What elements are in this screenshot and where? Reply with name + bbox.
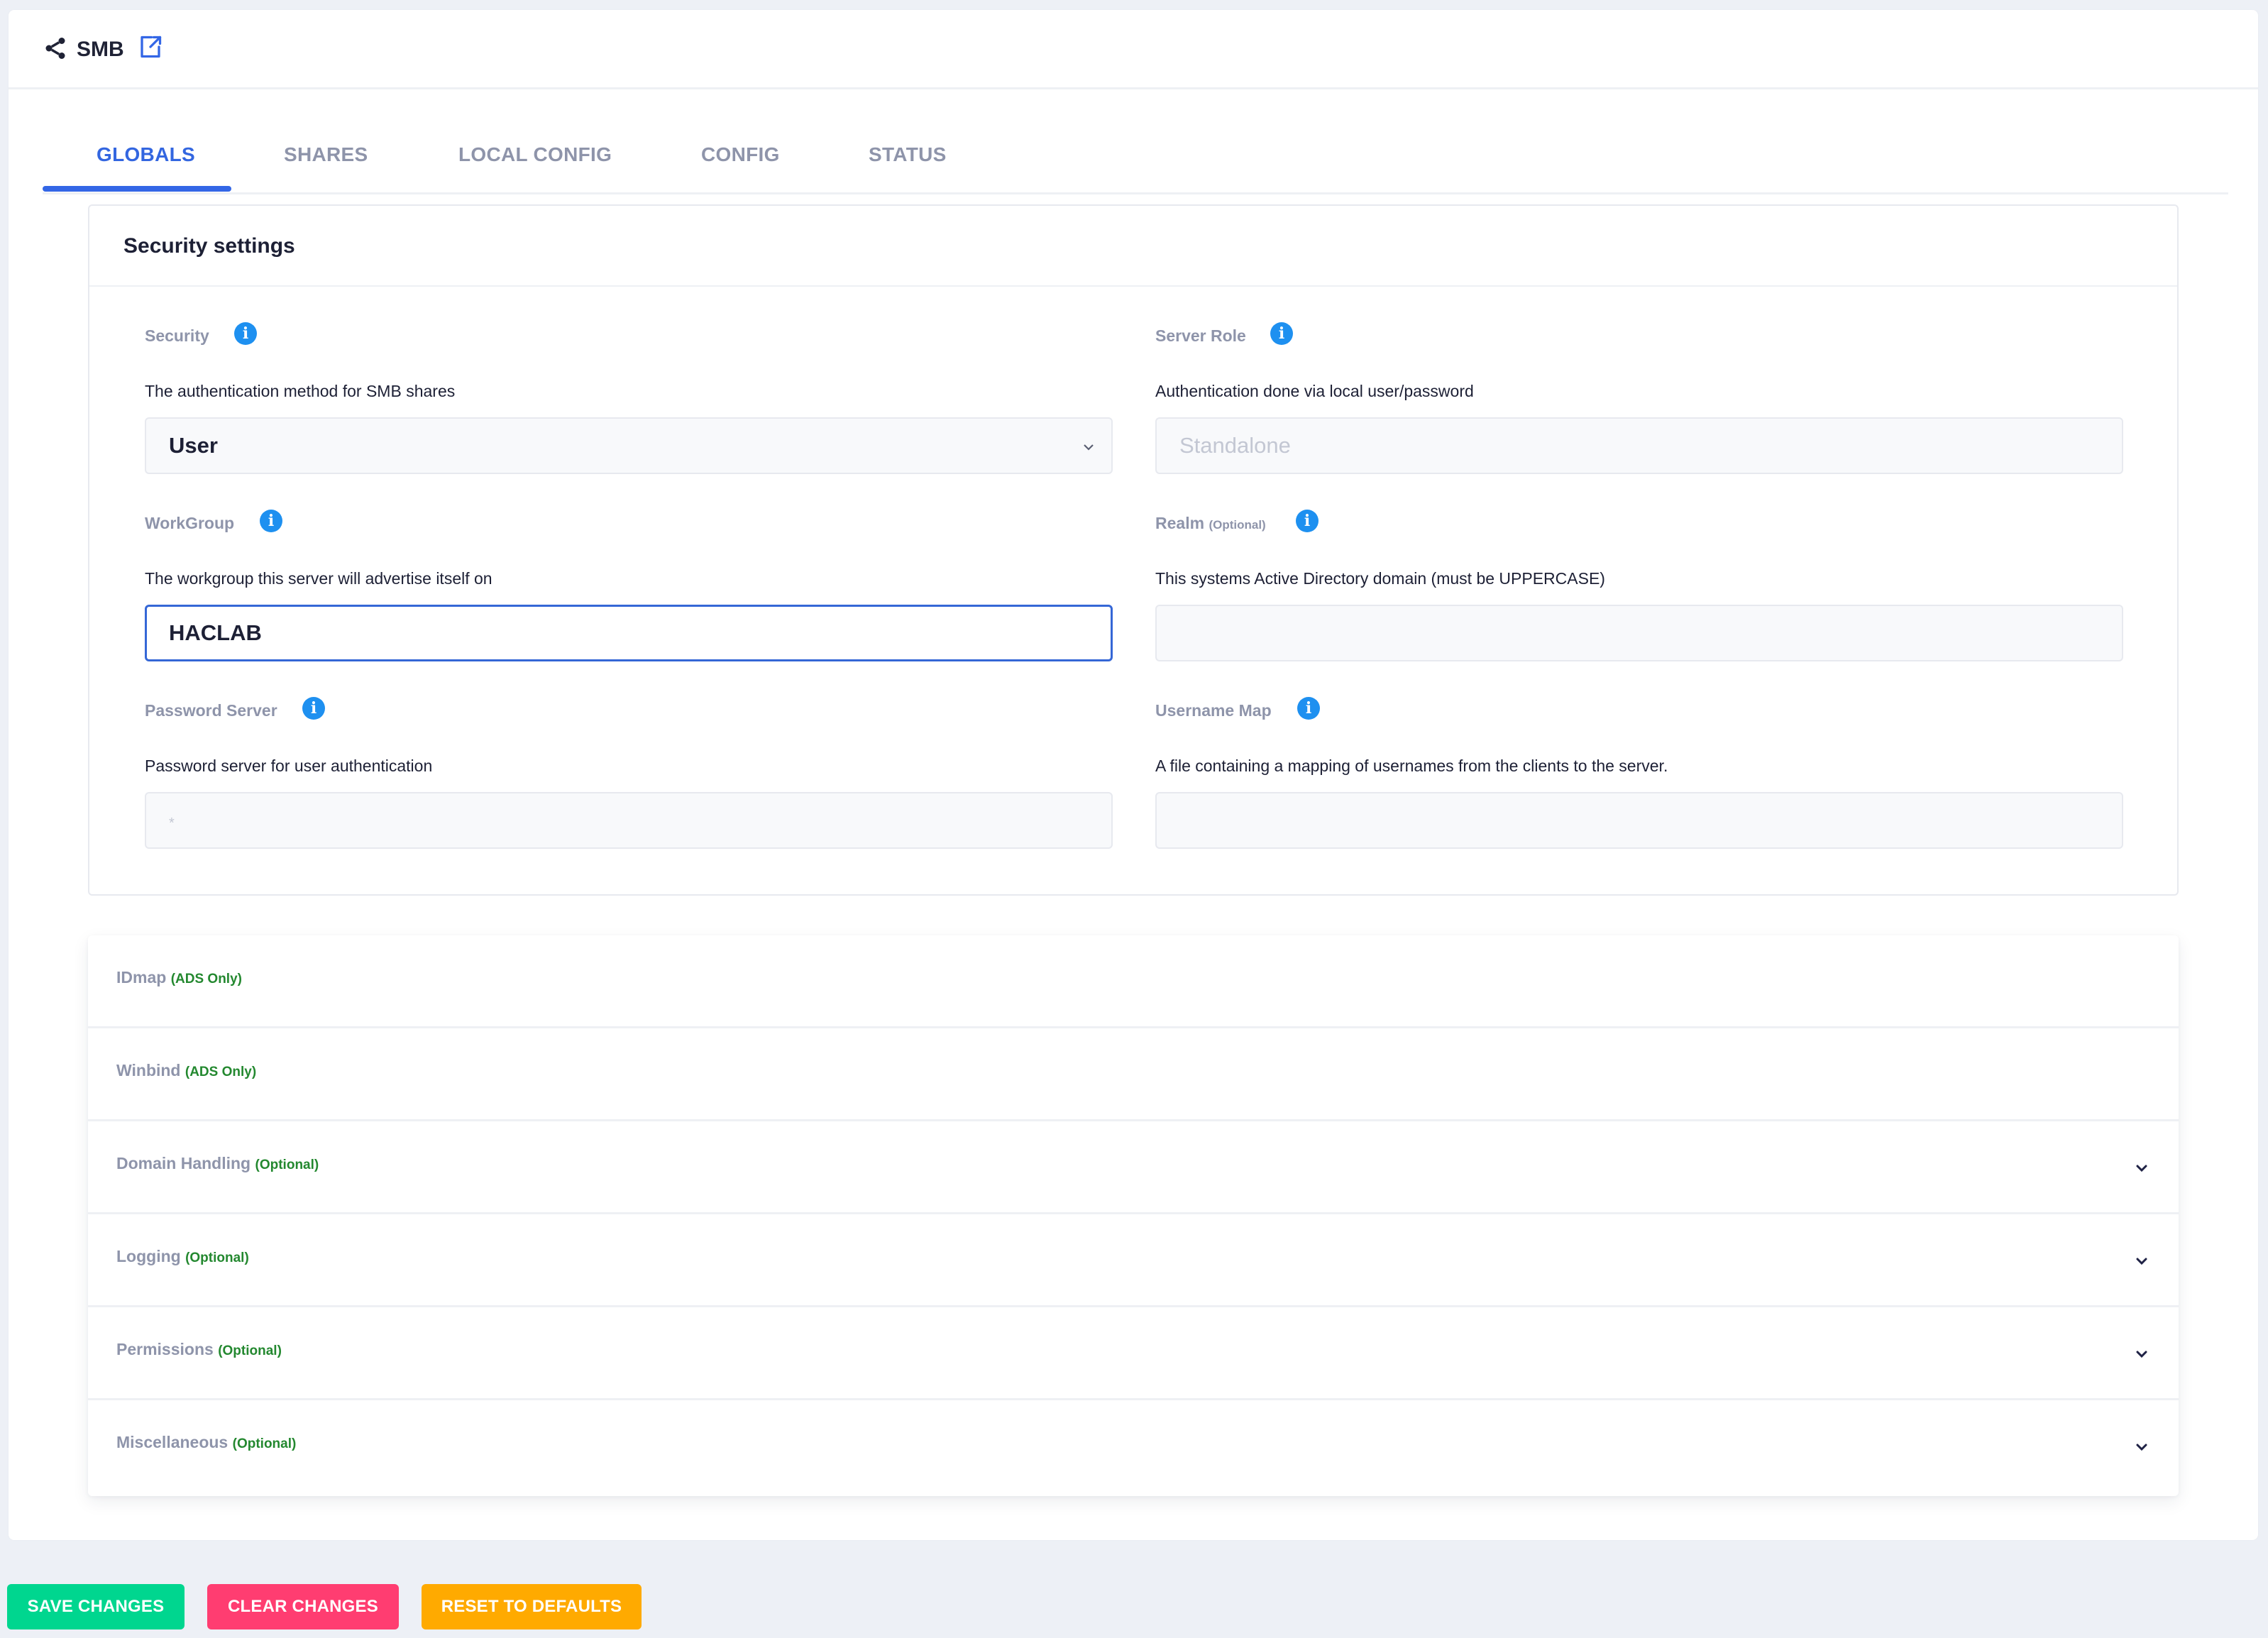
accordion-title-text: Logging bbox=[116, 1247, 181, 1265]
password-server-input[interactable]: * bbox=[145, 792, 1113, 849]
info-icon[interactable]: i bbox=[302, 697, 325, 720]
accordion-item-logging[interactable]: Logging (Optional) bbox=[88, 1214, 2179, 1307]
field-description: Authentication done via local user/passw… bbox=[1155, 382, 1474, 400]
field-label: Username Map bbox=[1155, 701, 1272, 720]
field-label: Server Role bbox=[1155, 326, 1246, 345]
accordion-title: Winbind (ADS Only) bbox=[116, 1061, 256, 1080]
accordion-title: Domain Handling (Optional) bbox=[116, 1154, 319, 1173]
active-tab-indicator bbox=[43, 186, 231, 192]
server-role-input: Standalone bbox=[1155, 417, 2123, 474]
info-icon[interactable]: i bbox=[1270, 322, 1293, 345]
workgroup-input[interactable]: HACLAB bbox=[145, 605, 1113, 661]
security-settings-card: Security settings Security i The authent… bbox=[88, 204, 2179, 896]
info-icon[interactable]: i bbox=[1296, 510, 1319, 532]
smb-config-card: SMB GLOBALS SHARES LOCAL CONFIG CONFIG S… bbox=[9, 10, 2258, 1540]
accordion-title-text: Permissions bbox=[116, 1340, 214, 1358]
accordion-title: Permissions (Optional) bbox=[116, 1340, 282, 1359]
field-label: Realm (Optional) bbox=[1155, 512, 1266, 536]
field-label: Security bbox=[145, 326, 209, 345]
accordion-title: Miscellaneous (Optional) bbox=[116, 1433, 296, 1452]
field-description: Password server for user authentication bbox=[145, 757, 433, 775]
save-changes-button[interactable]: SAVE CHANGES bbox=[7, 1584, 185, 1629]
accordion-title-text: IDmap bbox=[116, 968, 167, 986]
accordion-title-text: Miscellaneous bbox=[116, 1433, 229, 1451]
security-settings-header: Security settings bbox=[89, 206, 2177, 287]
clear-changes-button[interactable]: CLEAR CHANGES bbox=[207, 1584, 399, 1629]
username-map-input[interactable] bbox=[1155, 792, 2123, 849]
accordion-tag: (Optional) bbox=[185, 1251, 249, 1265]
accordion-title-text: Domain Handling bbox=[116, 1154, 251, 1172]
tab-shares[interactable]: SHARES bbox=[284, 143, 368, 166]
reset-to-defaults-button[interactable]: RESET TO DEFAULTS bbox=[422, 1584, 642, 1629]
chevron-down-icon[interactable] bbox=[2133, 1253, 2150, 1270]
share-icon bbox=[45, 38, 65, 59]
accordion-item-idmap[interactable]: IDmap (ADS Only) bbox=[88, 935, 2179, 1028]
tab-status[interactable]: STATUS bbox=[869, 143, 947, 166]
info-icon[interactable]: i bbox=[260, 510, 282, 532]
field-label: Password Server bbox=[145, 701, 277, 720]
security-select[interactable]: User bbox=[145, 417, 1113, 474]
settings-accordion: IDmap (ADS Only) Winbind (ADS Only) Doma… bbox=[88, 935, 2179, 1496]
accordion-item-permissions[interactable]: Permissions (Optional) bbox=[88, 1307, 2179, 1400]
accordion-title: IDmap (ADS Only) bbox=[116, 968, 242, 987]
realm-input[interactable] bbox=[1155, 605, 2123, 661]
field-description: This systems Active Directory domain (mu… bbox=[1155, 569, 1605, 588]
section-title: Security settings bbox=[123, 234, 295, 258]
external-link-icon[interactable] bbox=[138, 34, 163, 60]
input-placeholder: * bbox=[169, 815, 175, 831]
select-value: User bbox=[169, 433, 218, 458]
chevron-down-icon bbox=[1084, 444, 1094, 451]
field-description: The authentication method for SMB shares bbox=[145, 382, 456, 400]
field-label: WorkGroup bbox=[145, 514, 235, 532]
accordion-item-miscellaneous[interactable]: Miscellaneous (Optional) bbox=[88, 1400, 2179, 1493]
accordion-item-winbind[interactable]: Winbind (ADS Only) bbox=[88, 1028, 2179, 1121]
page-title: SMB bbox=[77, 38, 124, 61]
accordion-tag: (ADS Only) bbox=[170, 972, 242, 986]
field-description: A file containing a mapping of usernames… bbox=[1155, 757, 1668, 775]
accordion-title: Logging (Optional) bbox=[116, 1247, 249, 1266]
accordion-tag: (Optional) bbox=[232, 1436, 297, 1451]
accordion-title-text: Winbind bbox=[116, 1061, 181, 1079]
field-label-text: Realm bbox=[1155, 514, 1205, 532]
accordion-tag: (Optional) bbox=[255, 1158, 319, 1172]
info-icon[interactable]: i bbox=[1297, 697, 1320, 720]
chevron-down-icon[interactable] bbox=[2133, 1346, 2150, 1363]
info-icon[interactable]: i bbox=[234, 322, 257, 345]
accordion-item-domain-handling[interactable]: Domain Handling (Optional) bbox=[88, 1121, 2179, 1214]
accordion-tag: (ADS Only) bbox=[185, 1065, 257, 1079]
chevron-down-icon[interactable] bbox=[2133, 1160, 2150, 1177]
page-header: SMB bbox=[9, 10, 2258, 89]
tab-local-config[interactable]: LOCAL CONFIG bbox=[458, 143, 612, 166]
field-description: The workgroup this server will advertise… bbox=[145, 569, 492, 588]
tab-globals[interactable]: GLOBALS bbox=[97, 143, 195, 166]
accordion-tag: (Optional) bbox=[218, 1343, 282, 1358]
optional-tag: (Optional) bbox=[1209, 518, 1266, 532]
tab-bar: GLOBALS SHARES LOCAL CONFIG CONFIG STATU… bbox=[43, 89, 2228, 194]
tab-config[interactable]: CONFIG bbox=[701, 143, 780, 166]
chevron-down-icon[interactable] bbox=[2133, 1439, 2150, 1456]
